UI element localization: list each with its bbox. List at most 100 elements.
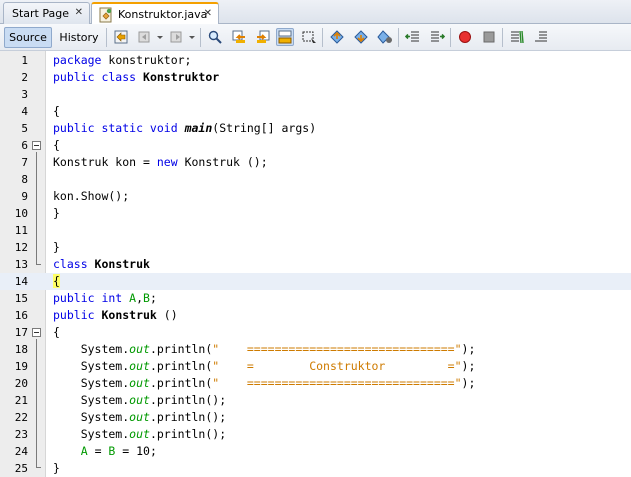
line-number: 19 <box>14 360 28 373</box>
line-number: 2 <box>21 71 28 84</box>
code-line[interactable]: 15 public int A,B; <box>0 290 631 307</box>
line-number: 6 <box>21 139 28 152</box>
line-number: 10 <box>14 207 28 220</box>
code-line[interactable]: 18 System.out.println(" ================… <box>0 341 631 358</box>
code-token: (String[] args) <box>212 121 317 135</box>
code-line[interactable]: 21 System.out.println(); <box>0 392 631 409</box>
fold-end-marker <box>36 467 41 468</box>
code-text: public int A,B; <box>53 290 157 307</box>
code-line[interactable]: 13 class Konstruk <box>0 256 631 273</box>
code-text: { <box>53 137 60 154</box>
shift-line-right-icon[interactable] <box>428 28 446 46</box>
code-text: package konstruktor; <box>53 52 191 69</box>
toggle-rectangular-selection-icon[interactable] <box>300 28 318 46</box>
code-line[interactable]: 1 package konstruktor; <box>0 52 631 69</box>
previous-bookmark-icon[interactable] <box>328 28 346 46</box>
code-text: System.out.println(); <box>53 426 226 443</box>
code-token: main <box>184 121 213 135</box>
code-token: Konstruk (); <box>177 155 268 169</box>
code-token: () <box>156 308 178 322</box>
code-text: { <box>53 103 60 120</box>
code-token: = 10; <box>115 444 157 458</box>
toolbar-separator <box>106 28 107 47</box>
line-number: 21 <box>14 394 28 407</box>
editor-toolbar: Source History <box>0 24 631 51</box>
back-icon[interactable] <box>136 28 154 46</box>
tab-start-page[interactable]: Start Page ✕ <box>3 2 90 24</box>
fold-collapse-icon[interactable] <box>32 328 41 337</box>
code-line[interactable]: 7 Konstruk kon = new Konstruk (); <box>0 154 631 171</box>
toggle-highlight-search-icon[interactable] <box>276 28 294 46</box>
code-token: .println(); <box>149 410 227 424</box>
last-edit-icon[interactable] <box>112 28 130 46</box>
close-icon[interactable]: ✕ <box>75 7 83 19</box>
find-icon[interactable] <box>206 28 224 46</box>
code-line[interactable]: 10} <box>0 205 631 222</box>
start-macro-recording-icon[interactable] <box>456 28 474 46</box>
code-line[interactable]: 8 <box>0 171 631 188</box>
code-token: , <box>136 291 144 305</box>
line-number: 5 <box>21 122 28 135</box>
line-number: 13 <box>14 258 28 271</box>
uncomment-icon[interactable] <box>532 28 550 46</box>
code-line[interactable]: 6{ <box>0 137 631 154</box>
code-token: out <box>129 427 150 441</box>
line-number: 15 <box>14 292 28 305</box>
code-text: class Konstruk <box>53 256 150 273</box>
code-line[interactable]: 20 System.out.println(" ================… <box>0 375 631 392</box>
code-line[interactable]: 19 System.out.println(" = Construktor ="… <box>0 358 631 375</box>
code-line[interactable]: 25} <box>0 460 631 477</box>
code-text: public static void main(String[] args) <box>53 120 316 137</box>
forward-dropdown-icon[interactable] <box>189 36 195 39</box>
code-token: " ==============================" <box>212 342 462 356</box>
line-number: 4 <box>21 105 28 118</box>
code-token: System. <box>53 393 130 407</box>
back-dropdown-icon[interactable] <box>157 36 163 39</box>
line-number: 14 <box>14 275 28 288</box>
code-text: System.out.println(); <box>53 392 226 409</box>
fold-guide <box>36 152 37 264</box>
find-previous-icon[interactable] <box>230 28 248 46</box>
fold-collapse-icon[interactable] <box>32 141 41 150</box>
line-number: 22 <box>14 411 28 424</box>
line-number: 8 <box>21 173 28 186</box>
code-line[interactable]: 14 { <box>0 273 631 290</box>
stop-macro-recording-icon[interactable] <box>480 28 498 46</box>
code-token: public <box>53 308 102 322</box>
shift-line-left-icon[interactable] <box>404 28 422 46</box>
forward-icon[interactable] <box>168 28 186 46</box>
code-token: out <box>129 359 150 373</box>
toolbar-separator <box>200 28 201 47</box>
code-line[interactable]: 17 { <box>0 324 631 341</box>
code-line[interactable]: 23 System.out.println(); <box>0 426 631 443</box>
source-button[interactable]: Source <box>4 27 52 48</box>
code-line[interactable]: 4{ <box>0 103 631 120</box>
find-next-icon[interactable] <box>254 28 272 46</box>
code-line[interactable]: 3 <box>0 86 631 103</box>
code-text: } <box>53 205 60 222</box>
line-number: 9 <box>21 190 28 203</box>
code-line[interactable]: 11 <box>0 222 631 239</box>
code-token: ); <box>461 359 476 373</box>
next-bookmark-icon[interactable] <box>352 28 370 46</box>
code-token: kon.Show(); <box>53 189 130 203</box>
code-line[interactable]: 9 kon.Show(); <box>0 188 631 205</box>
code-line[interactable]: 16 public Konstruk () <box>0 307 631 324</box>
code-line[interactable]: 22 System.out.println(); <box>0 409 631 426</box>
fold-guide <box>36 339 37 467</box>
comment-icon[interactable] <box>508 28 526 46</box>
code-editor[interactable]: 1 package konstruktor; 2 public class Konst… <box>0 51 631 477</box>
code-line[interactable]: 24 A = B = 10; <box>0 443 631 460</box>
code-line[interactable]: 2 public class Konstruktor <box>0 69 631 86</box>
close-icon[interactable]: ✕ <box>204 8 212 20</box>
toggle-bookmark-icon[interactable] <box>376 28 394 46</box>
code-text: System.out.println(" = Construktor ="); <box>53 358 476 375</box>
code-token: out <box>129 342 150 356</box>
history-button[interactable]: History <box>56 27 102 48</box>
line-number: 12 <box>14 241 28 254</box>
line-number: 7 <box>21 156 28 169</box>
code-text: { <box>53 324 60 341</box>
tab-konstruktor-java[interactable]: Konstruktor.java ✕ <box>91 2 219 25</box>
code-line[interactable]: 12} <box>0 239 631 256</box>
code-line[interactable]: 5 public static void main(String[] args) <box>0 120 631 137</box>
